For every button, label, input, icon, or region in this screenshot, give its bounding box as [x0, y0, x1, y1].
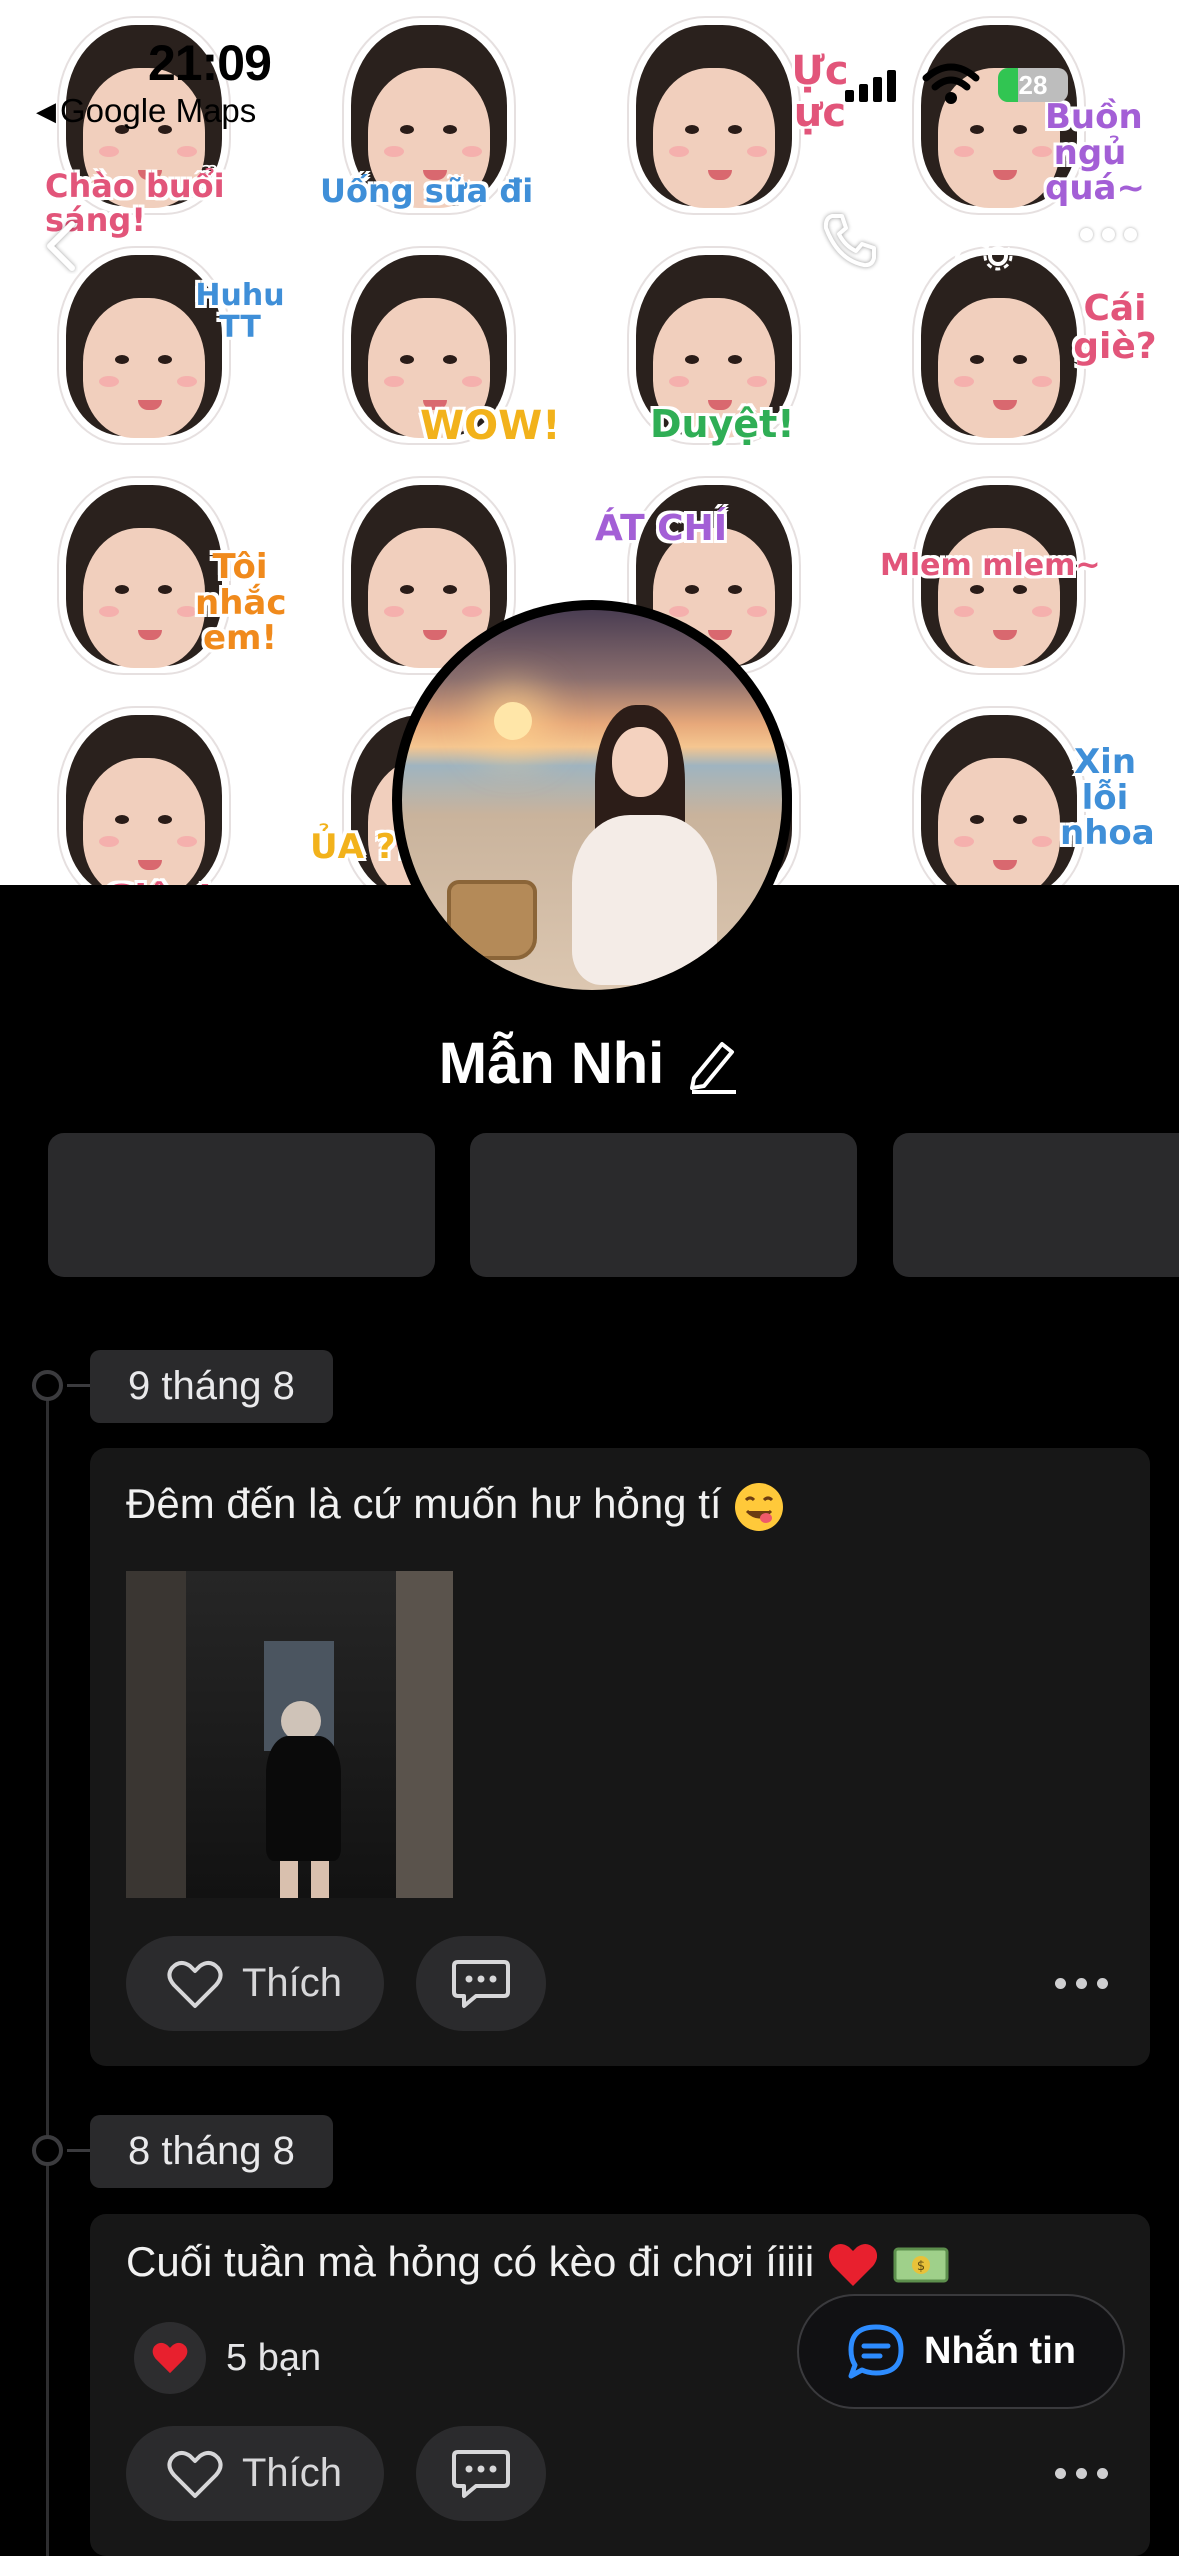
- sticker-caption: Giận!: [105, 880, 213, 885]
- message-button-label: Nhắn tin: [924, 2330, 1076, 2372]
- post-card[interactable]: Đêm đến là cứ muốn hư hỏng tí Thích: [90, 1448, 1150, 2066]
- post-more-icon[interactable]: [1055, 1978, 1108, 1989]
- comment-icon: [452, 1959, 510, 2008]
- sticker-caption: ÁT CHÍ: [595, 508, 728, 549]
- sticker-caption: Xin lỗi nhoa: [1060, 742, 1155, 854]
- avatar[interactable]: [392, 600, 792, 1000]
- sticker: Mlem mlem~: [880, 470, 1130, 675]
- post-text: Đêm đến là cứ muốn hư hỏng tí: [126, 1480, 785, 1533]
- reaction-count: 5 bạn: [226, 2336, 322, 2379]
- chat-bubble-icon: [848, 2324, 904, 2378]
- sticker: Xin lỗi nhoa: [880, 700, 1155, 885]
- battery-icon: 28: [998, 68, 1068, 102]
- like-button[interactable]: Thích: [126, 2426, 384, 2521]
- comment-button[interactable]: [416, 2426, 546, 2521]
- sticker-caption: WOW!: [420, 403, 561, 449]
- red-heart-emoji-icon: [828, 2243, 878, 2286]
- friend-settings-icon[interactable]: [950, 208, 1014, 272]
- sticker-caption: Duyệt!: [650, 402, 795, 446]
- profile-screen: Chào buổi sáng! Uống sữa đi Ực ực Buồn ngủ …: [0, 0, 1179, 2556]
- heart-outline-icon: [167, 2450, 223, 2498]
- sticker: Duyệt!: [595, 240, 845, 445]
- profile-feature-tile[interactable]: [893, 1133, 1179, 1277]
- back-arrow-icon[interactable]: [42, 218, 78, 274]
- sticker: Giận!: [25, 700, 275, 885]
- message-button[interactable]: Nhắn tin: [797, 2294, 1125, 2409]
- cellular-signal-icon: [845, 70, 896, 102]
- reaction-summary[interactable]: 5 bạn: [134, 2322, 321, 2394]
- more-options-icon[interactable]: [1080, 228, 1137, 241]
- sticker-caption: Huhu TT: [195, 278, 285, 345]
- battery-level: 28: [1018, 70, 1048, 100]
- date-chip: 8 tháng 8: [90, 2115, 333, 2188]
- post-more-icon[interactable]: [1055, 2468, 1108, 2479]
- profile-name-row: Mẫn Nhi: [0, 1030, 1179, 1097]
- profile-feature-tile[interactable]: [48, 1133, 435, 1277]
- timeline-line: [46, 1385, 49, 2556]
- post-text: Cuối tuần mà hỏng có kèo đi chơi íiiii $: [126, 2238, 950, 2290]
- date-chip: 9 tháng 8: [90, 1350, 333, 1423]
- back-to-app-link[interactable]: ◀ Google Maps: [36, 92, 256, 130]
- sticker-caption: Cái giè?: [1073, 288, 1157, 367]
- comment-icon: [452, 2449, 510, 2498]
- phone-call-icon[interactable]: [818, 208, 882, 272]
- money-emoji-icon: $: [893, 2247, 949, 2283]
- svg-text:$: $: [916, 2259, 924, 2274]
- sticker-caption: Chào buổi sáng!: [45, 167, 225, 239]
- status-bar: 21:09 ◀ Google Maps 28: [0, 0, 1179, 150]
- profile-feature-tile[interactable]: [470, 1133, 857, 1277]
- avatar-photo: [402, 610, 782, 990]
- wifi-icon: [922, 63, 980, 104]
- timeline-dot: [32, 1370, 127, 1401]
- like-label: Thích: [242, 2451, 343, 2495]
- sticker-caption: Uống sữa đi: [320, 172, 534, 210]
- like-label: Thích: [242, 1961, 343, 2005]
- heart-reaction-icon: [134, 2322, 206, 2394]
- sticker-caption: Mlem mlem~: [880, 548, 1101, 583]
- sticker: Tôi nhắc em!: [25, 470, 287, 675]
- timeline-dot: [32, 2135, 127, 2166]
- post-image[interactable]: [126, 1571, 453, 1898]
- status-time: 21:09: [148, 35, 272, 91]
- profile-name: Mẫn Nhi: [438, 1031, 665, 1096]
- yum-emoji-icon: [735, 1482, 784, 1531]
- comment-button[interactable]: [416, 1936, 546, 2031]
- heart-outline-icon: [167, 1960, 223, 2008]
- sticker: WOW!: [310, 240, 561, 449]
- back-triangle-icon: ◀: [36, 95, 56, 126]
- like-button[interactable]: Thích: [126, 1936, 384, 2031]
- back-app-label: Google Maps: [60, 92, 257, 129]
- edit-pencil-icon[interactable]: [684, 1034, 740, 1094]
- sticker-caption: Tôi nhắc em!: [195, 547, 287, 659]
